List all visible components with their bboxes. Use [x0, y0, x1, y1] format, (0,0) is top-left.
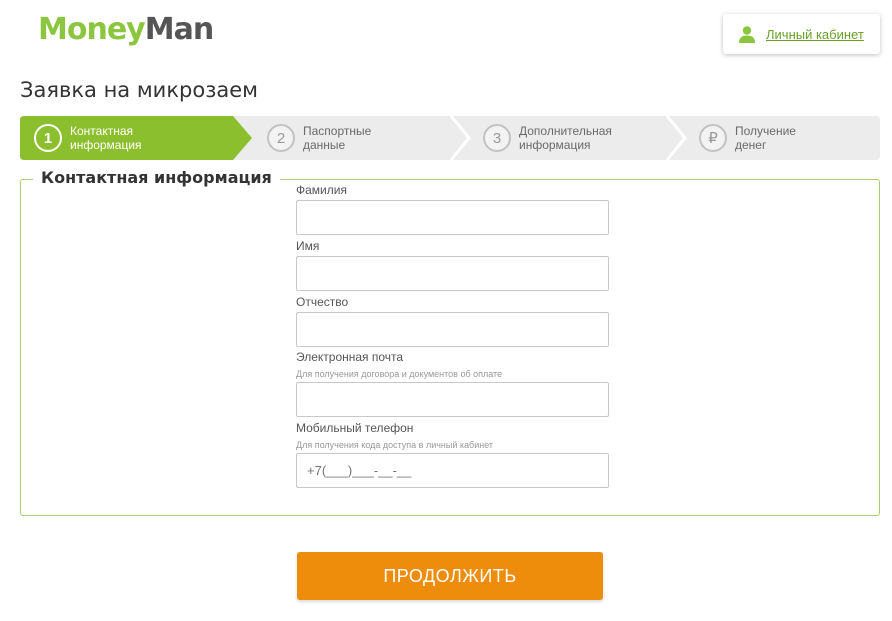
patronymic-label: Отчество: [296, 295, 349, 309]
last-name-input[interactable]: [296, 200, 609, 235]
step-label: Контактная информация: [70, 124, 142, 152]
moneyman-logo[interactable]: MoneyMan: [38, 10, 214, 50]
page-title: Заявка на микрозаем: [20, 78, 258, 102]
personal-cabinet-link[interactable]: Личный кабинет: [766, 27, 864, 42]
last-name-label: Фамилия: [296, 183, 347, 197]
step-additional-info: 3 Дополнительная информация: [483, 116, 639, 160]
logo-part-man: Man: [144, 12, 214, 47]
patronymic-input[interactable]: [296, 312, 609, 347]
mobile-phone-hint: Для получения кода доступа в личный каби…: [296, 440, 494, 450]
fieldset-legend: Контактная информация: [33, 166, 280, 190]
step-label: Дополнительная информация: [519, 124, 612, 152]
step-number: 3: [483, 124, 511, 152]
step-divider: [449, 116, 471, 160]
step-divider: [665, 116, 687, 160]
continue-button[interactable]: ПРОДОЛЖИТЬ: [297, 552, 603, 600]
personal-cabinet-button[interactable]: Личный кабинет: [723, 14, 880, 54]
progress-steps: 1 Контактная информация 2 Паспортные дан…: [20, 116, 880, 160]
mobile-phone-label: Мобильный телефон: [296, 421, 414, 435]
email-hint: Для получения договора и документов об о…: [296, 369, 503, 379]
user-icon: [739, 26, 755, 43]
mobile-phone-input[interactable]: [296, 453, 609, 488]
ruble-icon: ₽: [699, 124, 727, 152]
email-input[interactable]: [296, 382, 609, 417]
step-number: 2: [267, 124, 295, 152]
first-name-label: Имя: [296, 239, 320, 253]
step-label: Паспортные данные: [303, 124, 372, 152]
step-number: 1: [34, 124, 62, 152]
step-label: Получение денег: [735, 124, 796, 152]
logo-part-money: Money: [38, 12, 146, 47]
email-label: Электронная почта: [296, 350, 404, 364]
first-name-input[interactable]: [296, 256, 609, 291]
step-contact-info: 1 Контактная информация: [34, 116, 190, 160]
step-receive-money: ₽ Получение денег: [699, 116, 855, 160]
step-passport-data: 2 Паспортные данные: [267, 116, 423, 160]
